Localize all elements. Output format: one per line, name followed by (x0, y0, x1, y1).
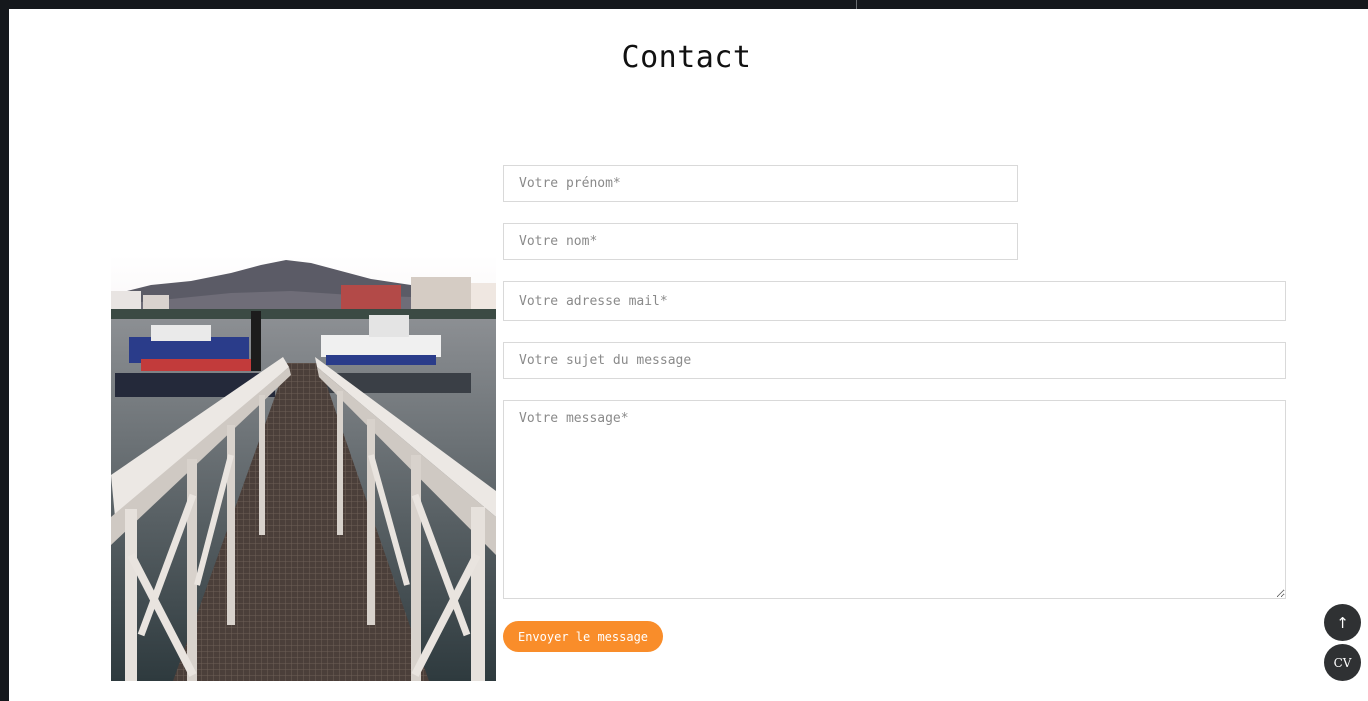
last-name-input[interactable] (503, 223, 1018, 260)
message-textarea[interactable] (503, 400, 1286, 599)
email-input[interactable] (503, 281, 1286, 321)
first-name-input[interactable] (503, 165, 1018, 202)
cv-label: CV (1333, 655, 1352, 670)
cv-button[interactable]: CV (1324, 644, 1361, 681)
send-message-button[interactable]: Envoyer le message (503, 621, 663, 652)
back-to-top-button[interactable]: ↑ (1324, 604, 1361, 641)
subject-input[interactable] (503, 342, 1286, 379)
top-divider (856, 0, 857, 9)
page-title: Contact (621, 40, 752, 75)
arrow-up-icon: ↑ (1336, 613, 1349, 632)
harbor-pier-photo (111, 255, 496, 681)
